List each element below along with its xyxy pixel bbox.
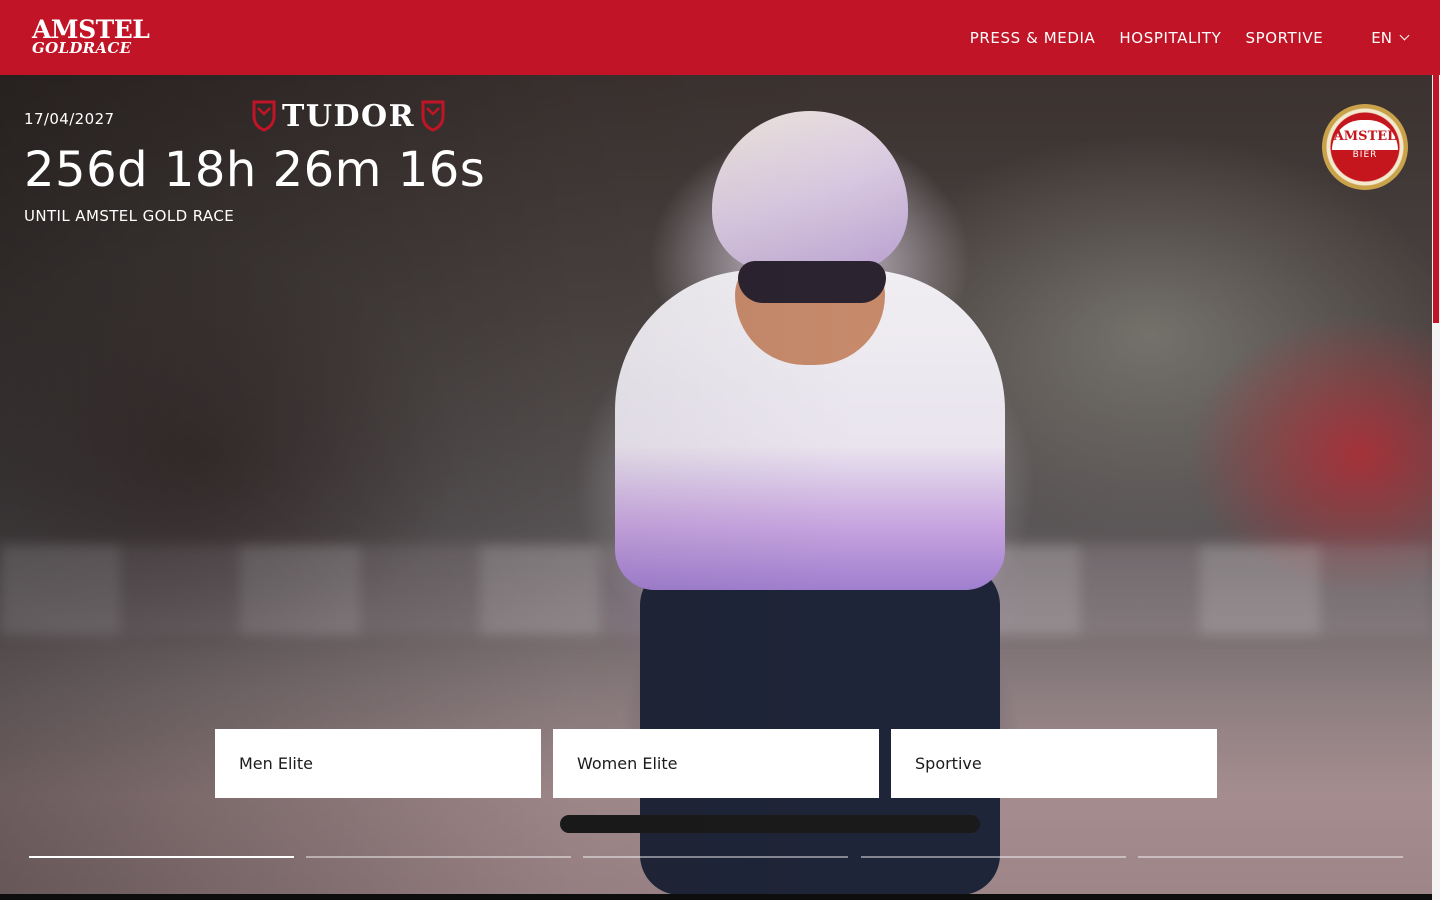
race-date: 17/04/2027	[24, 110, 115, 128]
slider-indicator-1[interactable]	[29, 856, 294, 858]
amstel-goldrace-logo[interactable]: AMSTEL GOLDRACE	[32, 17, 150, 56]
slider-indicator-2[interactable]	[306, 856, 571, 858]
tudor-wordmark: TUDOR	[282, 98, 416, 134]
slider-indicator-4[interactable]	[861, 856, 1126, 858]
chevron-down-icon	[1399, 30, 1410, 41]
main-nav: PRESS & MEDIA HOSPITALITY SPORTIVE EN	[946, 0, 1410, 75]
slider-indicator-5[interactable]	[1138, 856, 1403, 858]
nav-sportive[interactable]: SPORTIVE	[1245, 29, 1323, 47]
tudor-shield-icon	[252, 100, 276, 132]
card-men-elite[interactable]: Men Elite	[215, 729, 541, 798]
page: AMSTEL GOLDRACE PRESS & MEDIA HOSPITALIT…	[0, 0, 1440, 900]
card-sportive[interactable]: Sportive	[891, 729, 1217, 798]
site-header: AMSTEL GOLDRACE PRESS & MEDIA HOSPITALIT…	[0, 0, 1440, 75]
nav-hospitality[interactable]: HOSPITALITY	[1119, 29, 1221, 47]
countdown-timer: 256d 18h 26m 16s	[24, 142, 486, 198]
nav-press-media[interactable]: PRESS & MEDIA	[970, 29, 1096, 47]
scrollbar-thumb[interactable]	[1433, 75, 1439, 323]
slider-indicator-3[interactable]	[583, 856, 848, 858]
bottom-strip	[0, 894, 1432, 900]
language-selector[interactable]: EN	[1371, 28, 1410, 47]
amstel-bier-badge[interactable]: AMSTEL BIER	[1322, 104, 1408, 190]
tudor-shield-icon	[421, 100, 445, 132]
badge-label: BIER	[1352, 149, 1378, 160]
countdown-caption: UNTIL AMSTEL GOLD RACE	[24, 207, 235, 225]
card-women-elite[interactable]: Women Elite	[553, 729, 879, 798]
badge-brand: AMSTEL	[1333, 128, 1397, 144]
page-scrollbar[interactable]	[1432, 75, 1440, 900]
tudor-sponsor-logo[interactable]: TUDOR	[252, 98, 445, 134]
language-label: EN	[1371, 28, 1392, 47]
